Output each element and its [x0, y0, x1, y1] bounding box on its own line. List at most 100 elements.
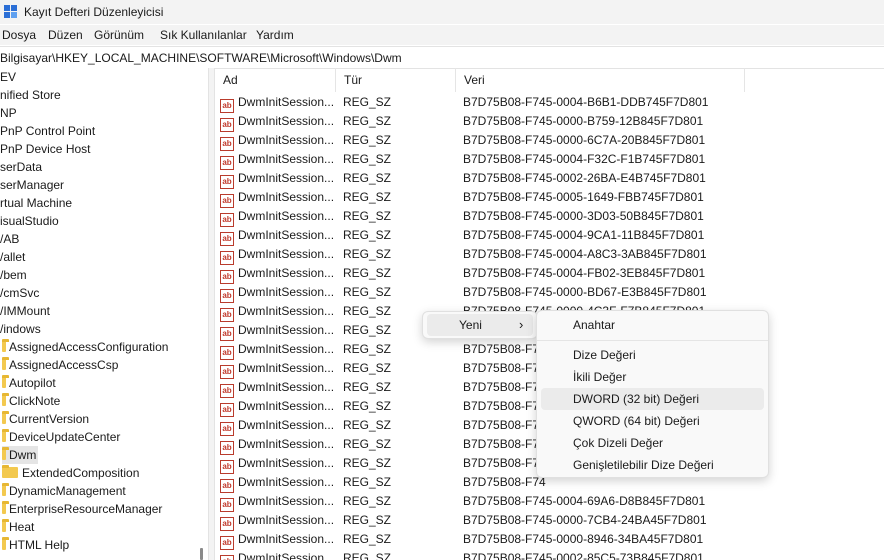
tree-item-label: AssignedAccessConfiguration — [9, 340, 169, 354]
tree-scrollbar-thumb[interactable] — [200, 548, 203, 560]
value-name-text: DwmInitSession... — [238, 304, 335, 318]
value-data: B7D75B08-F745-0000-3D03-50B845F7D801 — [463, 209, 704, 223]
menu-view[interactable]: Görünüm — [94, 28, 144, 42]
string-value-icon: ab — [220, 251, 234, 265]
value-data: B7D75B08-F745-0004-69A6-D8B845F7D801 — [463, 494, 706, 508]
value-row[interactable]: ab DwmInitSession... REG_SZ B7D75B08-F745-0… — [215, 169, 884, 189]
value-name: ab DwmInitSession... — [220, 112, 340, 132]
menu-bar: Dosya Düzen Görünüm Sık Kullanılanlar Ya… — [0, 25, 884, 45]
tree-item[interactable]: /AB — [0, 230, 19, 248]
submenu-item[interactable]: İkili Değer — [541, 366, 764, 388]
value-row[interactable]: ab DwmInitSession... REG_SZ B7D75B08-F745-0… — [215, 131, 884, 151]
context-menu: Yeni › — [422, 311, 538, 339]
submenu-item[interactable]: Anahtar — [541, 314, 764, 336]
tree-item[interactable]: ExtendedComposition — [2, 464, 139, 482]
key-tree[interactable]: EV nified Store NP PnP Control Point PnP Dev… — [0, 68, 208, 560]
value-name: ab DwmInitSession... — [220, 473, 340, 493]
value-data: B7D75B08-F74 — [463, 456, 546, 470]
tree-item-label: HTML Help — [9, 538, 70, 552]
folder-icon — [2, 357, 9, 370]
menu-favorites[interactable]: Sık Kullanılanlar — [160, 28, 247, 42]
tree-item[interactable]: AssignedAccessConfiguration — [2, 338, 168, 356]
value-row[interactable]: ab DwmInitSession... REG_SZ B7D75B08-F745-0… — [215, 207, 884, 227]
value-name-text: DwmInitSession... — [238, 399, 335, 413]
tree-item-label: EnterpriseResourceManager — [9, 502, 163, 516]
value-row[interactable]: ab DwmInitSession... REG_SZ B7D75B08-F745-0… — [215, 245, 884, 265]
menu-item-new[interactable]: Yeni › — [427, 314, 533, 336]
submenu-item[interactable]: DWORD (32 bit) Değeri — [541, 388, 764, 410]
value-name-text: DwmInitSession... — [238, 114, 335, 128]
value-row[interactable]: ab DwmInitSession... REG_SZ B7D75B08-F745-0… — [215, 264, 884, 284]
tree-item[interactable]: CurrentVersion — [2, 410, 89, 428]
string-value-icon: ab — [220, 194, 234, 208]
tree-item-label: /IMMount — [0, 304, 51, 318]
tree-item[interactable]: DynamicManagement — [2, 482, 126, 500]
tree-item[interactable]: /cmSvc — [0, 284, 39, 302]
menu-edit[interactable]: Düzen — [48, 28, 83, 42]
value-name: ab DwmInitSession... — [220, 264, 340, 284]
tree-item-label: Heat — [9, 520, 35, 534]
column-header-name[interactable]: Ad — [215, 68, 336, 92]
value-name-text: DwmInitSession... — [238, 133, 335, 147]
folder-icon — [2, 483, 9, 496]
string-value-icon: ab — [220, 137, 234, 151]
tree-item[interactable]: Heat — [2, 518, 34, 536]
pane-splitter[interactable] — [208, 68, 215, 560]
tree-item[interactable]: serManager — [0, 176, 64, 194]
value-name-text: DwmInitSession... — [238, 380, 335, 394]
tree-item[interactable]: Autopilot — [2, 374, 56, 392]
tree-item-label: PnP Device Host — [0, 142, 91, 156]
submenu-item[interactable]: Dize Değeri — [541, 344, 764, 366]
submenu-item[interactable]: Çok Dizeli Değer — [541, 432, 764, 454]
value-row[interactable]: ab DwmInitSession... REG_SZ B7D75B08-F745-0… — [215, 150, 884, 170]
column-header-data[interactable]: Veri — [456, 68, 745, 92]
value-row[interactable]: ab DwmInitSession... REG_SZ B7D75B08-F745-0… — [215, 93, 884, 113]
tree-item[interactable]: Dwm — [2, 446, 38, 464]
value-name-text: DwmInitSession... — [238, 551, 335, 560]
tree-item[interactable]: isualStudio — [0, 212, 59, 230]
value-row[interactable]: ab DwmInitSession... REG_SZ B7D75B08-F745-0… — [215, 283, 884, 303]
tree-item[interactable]: DeviceUpdateCenter — [2, 428, 120, 446]
value-name-text: DwmInitSession... — [238, 209, 335, 223]
value-row[interactable]: ab DwmInitSession... REG_SZ B7D75B08-F745-0… — [215, 511, 884, 531]
column-header-type[interactable]: Tür — [336, 68, 456, 92]
tree-item[interactable]: /indows — [0, 320, 41, 338]
value-name: ab DwmInitSession... — [220, 283, 340, 303]
submenu-item[interactable]: Genişletilebilir Dize Değeri — [541, 454, 764, 476]
submenu-item[interactable]: QWORD (64 bit) Değeri — [541, 410, 764, 432]
address-path[interactable]: Bilgisayar\HKEY_LOCAL_MACHINE\SOFTWARE\M… — [0, 51, 402, 65]
value-row[interactable]: ab DwmInitSession... REG_SZ B7D75B08-F745-0… — [215, 530, 884, 550]
tree-item-label: /AB — [0, 232, 20, 246]
tree-item[interactable]: /allet — [0, 248, 25, 266]
value-name: ab DwmInitSession... — [220, 188, 340, 208]
tree-item[interactable]: EnterpriseResourceManager — [2, 500, 162, 518]
tree-item[interactable]: /IMMount — [0, 302, 50, 320]
string-value-icon: ab — [220, 99, 234, 113]
value-row[interactable]: ab DwmInitSession... REG_SZ B7D75B08-F745-0… — [215, 549, 884, 560]
tree-item[interactable]: /bem — [0, 266, 27, 284]
value-data: B7D75B08-F745-0000-6C7A-20B845F7D801 — [463, 133, 706, 147]
value-row[interactable]: ab DwmInitSession... REG_SZ B7D75B08-F745-0… — [215, 188, 884, 208]
tree-item[interactable]: ClickNote — [2, 392, 60, 410]
tree-item[interactable]: serData — [0, 158, 42, 176]
menu-file[interactable]: Dosya — [2, 28, 36, 42]
tree-item[interactable]: NP — [0, 104, 17, 122]
window-title: Kayıt Defteri Düzenleyicisi — [24, 5, 164, 19]
menu-item-new-label: Yeni — [459, 318, 482, 332]
tree-item[interactable]: EV — [0, 68, 16, 86]
value-row[interactable]: ab DwmInitSession... REG_SZ B7D75B08-F745-0… — [215, 492, 884, 512]
menu-help[interactable]: Yardım — [256, 28, 294, 42]
tree-item[interactable]: PnP Control Point — [0, 122, 95, 140]
tree-item[interactable]: rtual Machine — [0, 194, 72, 212]
address-bar[interactable]: Bilgisayar\HKEY_LOCAL_MACHINE\SOFTWARE\M… — [0, 46, 884, 69]
tree-item[interactable]: nified Store — [0, 86, 61, 104]
tree-item[interactable]: HTML Help — [2, 536, 69, 554]
value-row[interactable]: ab DwmInitSession... REG_SZ B7D75B08-F745-0… — [215, 112, 884, 132]
tree-item[interactable]: PnP Device Host — [0, 140, 91, 158]
value-name: ab DwmInitSession... — [220, 226, 340, 246]
value-type: REG_SZ — [343, 418, 392, 432]
value-row[interactable]: ab DwmInitSession... REG_SZ B7D75B08-F745-0… — [215, 226, 884, 246]
folder-icon — [2, 429, 9, 442]
tree-item[interactable]: AssignedAccessCsp — [2, 356, 118, 374]
string-value-icon: ab — [220, 308, 234, 322]
